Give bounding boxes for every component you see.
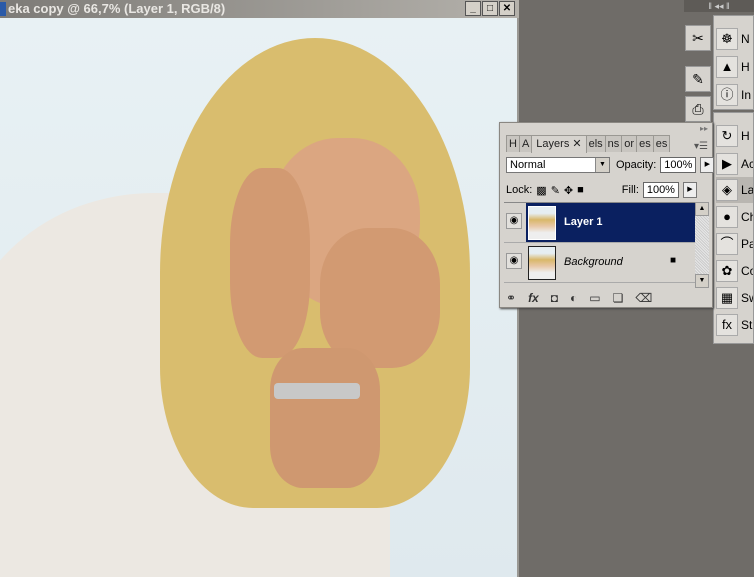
dock-item-history[interactable]: ↻ H [716,123,753,149]
dock-item-info[interactable]: ⓘ In [716,82,753,108]
lock-transparency-icon[interactable]: ▩ [536,184,546,197]
chevron-down-icon: ▼ [595,158,609,172]
opacity-slider-button[interactable]: ▶ [700,157,715,173]
scroll-down-button[interactable]: ▼ [695,274,709,288]
histogram-icon: ▲ [716,56,738,78]
visibility-eye-icon[interactable]: ◉ [506,253,522,269]
photo-hand-left [230,168,310,358]
tab-channels[interactable]: els [585,135,606,152]
dock-item-channels[interactable]: ●Ch [716,204,753,230]
new-layer-icon[interactable]: ❏ [613,291,624,305]
tab-layers[interactable]: Layers ✕ [531,135,587,153]
dock-item-layers[interactable]: ◈ La [716,177,753,203]
image-canvas[interactable] [0,18,517,577]
panel-menu-icon[interactable]: ▾☰ [694,141,708,152]
lock-label: Lock: [506,184,533,196]
opacity-label: Opacity: [616,159,657,171]
layer-thumbnail [528,246,556,280]
layer-name: Background [564,256,623,268]
minimize-button[interactable]: _ [465,1,481,16]
layer-thumbnail [528,206,556,240]
maximize-button[interactable]: □ [482,1,498,16]
lock-pixels-icon[interactable]: ✎ [551,184,560,197]
photo-forearm [270,348,380,488]
dock-item-navigator[interactable]: ☸ N [716,26,753,52]
color-palette-icon: ✿ [716,260,738,282]
styles-icon: fx [716,314,738,336]
dock-item-styles[interactable]: fx St [716,312,753,338]
folder-icon[interactable]: ▭ [589,291,600,305]
dock-item-swatches[interactable]: ▦Sw [716,285,753,311]
tab-paths[interactable]: ns [604,135,623,152]
dock-item-color[interactable]: ✿Co [716,258,753,284]
tab-styles[interactable]: es [652,135,671,152]
document-title-bar[interactable]: eka copy @ 66,7% (Layer 1, RGB/8) _ □ ✕ [0,0,519,18]
photoshop-doc-icon [0,2,6,16]
layer-lock-icon: ■ [670,255,677,266]
fill-input[interactable]: 100% [642,182,679,198]
layers-scrollbar[interactable]: ▲ ▼ [695,202,709,288]
actions-icon: ▶ [716,153,738,175]
layers-panel: ▸▸ ▾☰ H A Layers ✕ els ns or es es Norma… [499,122,715,308]
visibility-eye-icon[interactable]: ◉ [506,213,522,229]
navigator-icon: ☸ [716,28,738,50]
clone-source-icon[interactable]: ⎙ [685,96,711,122]
layers-icon: ◈ [716,179,738,201]
brushes-icon[interactable]: ✎ [685,66,711,92]
layer-row-layer-1[interactable]: ◉ Layer 1 [504,203,695,243]
photo-hand-right [320,228,440,368]
adjustment-icon[interactable]: ◐ [570,291,577,305]
photo-watch [274,383,360,399]
info-icon: ⓘ [716,84,738,106]
tab-actions[interactable]: A [518,135,533,152]
dock-group-1: ☸ N ▲ H ⓘ In [713,15,754,110]
trash-icon[interactable]: ⌫ [635,291,652,305]
panel-tabs: H A Layers ✕ els ns or es es [506,135,671,153]
fill-label: Fill: [621,184,639,196]
layer-name: Layer 1 [564,216,603,228]
dock-group-2: ↻H ▶Ac ◈La ●Ch ⌒Pa ✿Co ▦Sw fxSt [713,112,754,344]
document-title: eka copy @ 66,7% (Layer 1, RGB/8) [8,1,226,16]
fill-slider-button[interactable]: ▶ [682,182,697,198]
collapse-panel-icon[interactable]: ▸▸ [700,124,708,133]
channels-icon: ● [716,206,738,228]
tab-swatches[interactable]: es [636,135,654,152]
tab-histogram[interactable]: H [506,135,520,152]
lock-all-icon[interactable]: ■ [577,184,584,196]
lock-position-icon[interactable]: ✥ [564,184,573,197]
close-tab-icon[interactable]: ✕ [572,138,581,150]
dock-item-paths[interactable]: ⌒ Pa [716,231,753,257]
blend-mode-select[interactable]: Normal ▼ [506,157,610,173]
swatches-icon: ▦ [716,287,738,309]
paths-icon: ⌒ [716,233,738,255]
layers-list: ◉ Layer 1 ◉ Background ■ [504,202,695,288]
dock-item-histogram[interactable]: ▲ H [716,54,753,80]
tools-icon[interactable]: ✂ [685,25,711,51]
dock-header[interactable]: ‖ ◂◂ ‖ [684,0,754,12]
link-icon[interactable]: ⚭ [506,291,516,305]
opacity-input[interactable]: 100% [660,157,697,173]
mask-icon[interactable]: ◘ [551,291,558,305]
tab-color[interactable]: or [621,135,638,152]
dock-item-actions[interactable]: ▶ Ac [716,151,753,177]
close-button[interactable]: ✕ [499,1,515,16]
fx-icon[interactable]: fx [528,291,539,305]
scroll-up-button[interactable]: ▲ [695,202,709,216]
history-icon: ↻ [716,125,738,147]
layers-footer: ⚭ fx ◘ ◐ ▭ ❏ ⌫ [506,291,652,305]
layer-row-background[interactable]: ◉ Background ■ [504,243,695,283]
document-window: eka copy @ 66,7% (Layer 1, RGB/8) _ □ ✕ [0,0,519,577]
